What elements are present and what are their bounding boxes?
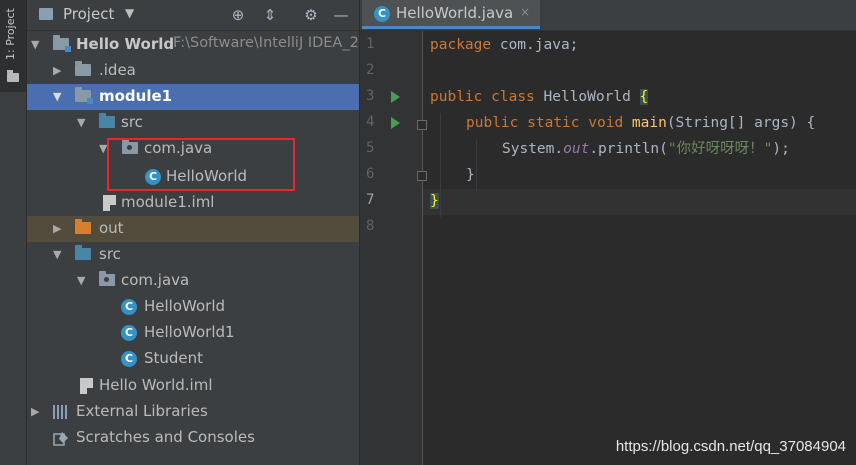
tree-item-label: Hello World bbox=[76, 35, 175, 53]
tree-item-label: External Libraries bbox=[76, 402, 208, 420]
module-folder-icon bbox=[53, 35, 71, 52]
line-number: 3 bbox=[366, 88, 375, 104]
project-tool-tab[interactable]: 1: Project bbox=[0, 0, 26, 92]
tree-item-label: .idea bbox=[99, 61, 136, 79]
tree-item-label: module1.iml bbox=[121, 193, 215, 211]
line-number: 5 bbox=[366, 140, 375, 156]
package-icon bbox=[99, 271, 115, 286]
tree-item-label: out bbox=[99, 219, 124, 237]
tree-item-class[interactable]: C HelloWorld1 bbox=[27, 320, 359, 346]
tree-item-label: src bbox=[121, 113, 143, 131]
code-line-7: } bbox=[430, 193, 439, 209]
editor-tab[interactable]: C HelloWorld.java × bbox=[362, 0, 540, 29]
iml-file-icon bbox=[103, 195, 116, 211]
tool-window-strip: 1: Project bbox=[0, 0, 27, 465]
tree-item-label: module1 bbox=[99, 87, 173, 105]
tree-item-hello-world[interactable]: ▼ Hello World F:\Software\IntelliJ IDEA_… bbox=[27, 32, 359, 58]
project-view-selector[interactable]: Project bbox=[63, 5, 114, 23]
project-panel-header: Project ▼ ⊕ ⇕ ⚙ — bbox=[27, 0, 359, 31]
scratches-icon bbox=[53, 431, 69, 446]
line-number: 6 bbox=[366, 166, 375, 182]
line-number: 1 bbox=[366, 36, 375, 52]
chevron-down-icon[interactable]: ▼ bbox=[53, 248, 65, 261]
locate-icon[interactable]: ⊕ bbox=[227, 4, 249, 26]
tree-item-class[interactable]: C HelloWorld bbox=[27, 294, 359, 320]
tree-item-path: F:\Software\IntelliJ IDEA_2 bbox=[173, 35, 359, 51]
editor-tab-bar: C HelloWorld.java × bbox=[360, 0, 856, 31]
folder-icon bbox=[7, 70, 19, 82]
tree-item-label: Student bbox=[144, 349, 204, 367]
editor-tab-label: HelloWorld.java bbox=[396, 4, 514, 22]
tree-item-idea[interactable]: ▶ .idea bbox=[27, 58, 359, 84]
iml-file-icon bbox=[80, 378, 93, 394]
code-line-4: public static void main(String[] args) { bbox=[466, 115, 816, 131]
excluded-folder-icon bbox=[75, 219, 91, 234]
code-line-5: System.out.println("你好呀呀呀！"); bbox=[502, 141, 790, 157]
tree-item-scratches[interactable]: Scratches and Consoles bbox=[27, 425, 359, 451]
project-panel: Project ▼ ⊕ ⇕ ⚙ — ▼ Hello World F:\Softw… bbox=[27, 0, 359, 465]
tree-item-label: com.java bbox=[121, 271, 190, 289]
tree-item-external-libraries[interactable]: ▶ External Libraries bbox=[27, 399, 359, 425]
tree-item-class[interactable]: C Student bbox=[27, 346, 359, 372]
chevron-down-icon[interactable]: ▼ bbox=[31, 38, 43, 51]
tree-item-label: HelloWorld bbox=[144, 297, 226, 315]
chevron-down-icon[interactable]: ▼ bbox=[77, 116, 89, 129]
watermark: https://blog.csdn.net/qq_37084904 bbox=[615, 438, 846, 455]
chevron-right-icon[interactable]: ▶ bbox=[31, 405, 43, 418]
code-line-6: } bbox=[466, 167, 475, 183]
chevron-right-icon[interactable]: ▶ bbox=[53, 64, 65, 77]
source-folder-icon bbox=[75, 245, 91, 260]
tree-item-src[interactable]: ▼ src bbox=[27, 110, 359, 136]
tree-item-label: HelloWorld1 bbox=[144, 323, 235, 341]
class-icon: C bbox=[121, 299, 137, 315]
class-icon: C bbox=[121, 325, 137, 341]
tree-item-module1[interactable]: ▼ module1 bbox=[27, 84, 359, 110]
folder-icon bbox=[75, 61, 91, 76]
line-number: 7 bbox=[366, 192, 375, 208]
tree-item-label: Hello World.iml bbox=[99, 376, 213, 394]
module-folder-icon bbox=[75, 87, 93, 104]
chevron-down-icon[interactable]: ▼ bbox=[125, 6, 134, 20]
highlight-box bbox=[107, 138, 295, 191]
tree-item-label: src bbox=[99, 245, 121, 263]
tree-item-label: Scratches and Consoles bbox=[76, 428, 255, 446]
chevron-down-icon[interactable]: ▼ bbox=[53, 90, 65, 103]
fold-icon[interactable] bbox=[417, 120, 427, 130]
tree-item-out[interactable]: ▶ out bbox=[27, 216, 359, 242]
line-number: 4 bbox=[366, 114, 375, 130]
indent-guide bbox=[440, 113, 441, 217]
libraries-icon bbox=[53, 405, 69, 419]
code-line-3: public class HelloWorld { bbox=[430, 89, 649, 105]
run-icon[interactable] bbox=[391, 117, 400, 129]
line-number: 2 bbox=[366, 62, 375, 78]
close-icon[interactable]: × bbox=[520, 5, 530, 19]
hide-panel-icon[interactable]: — bbox=[330, 4, 352, 26]
tree-item-iml[interactable]: Hello World.iml bbox=[27, 373, 359, 399]
code-editor: C HelloWorld.java × 1 2 3 4 5 6 7 8 pack… bbox=[360, 0, 856, 465]
line-number: 8 bbox=[366, 218, 375, 234]
project-view-icon bbox=[39, 8, 53, 20]
collapse-all-icon[interactable]: ⇕ bbox=[259, 4, 281, 26]
source-folder-icon bbox=[99, 113, 115, 128]
class-icon: C bbox=[121, 351, 137, 367]
chevron-down-icon[interactable]: ▼ bbox=[77, 274, 89, 287]
chevron-right-icon[interactable]: ▶ bbox=[53, 222, 65, 235]
project-tool-tab-label: 1: Project bbox=[4, 8, 17, 60]
editor-gutter: 1 2 3 4 5 6 7 8 bbox=[360, 31, 427, 465]
indent-guide bbox=[476, 139, 477, 191]
fold-icon[interactable] bbox=[417, 171, 427, 181]
tree-item-package[interactable]: ▼ com.java bbox=[27, 268, 359, 294]
code-area[interactable]: package com.java; public class HelloWorl… bbox=[430, 31, 856, 465]
class-file-icon: C bbox=[374, 6, 390, 22]
gear-icon[interactable]: ⚙ bbox=[300, 4, 322, 26]
run-icon[interactable] bbox=[391, 91, 400, 103]
tree-item-iml[interactable]: module1.iml bbox=[27, 190, 359, 216]
code-line-1: package com.java; bbox=[430, 37, 579, 53]
tree-item-src[interactable]: ▼ src bbox=[27, 242, 359, 268]
